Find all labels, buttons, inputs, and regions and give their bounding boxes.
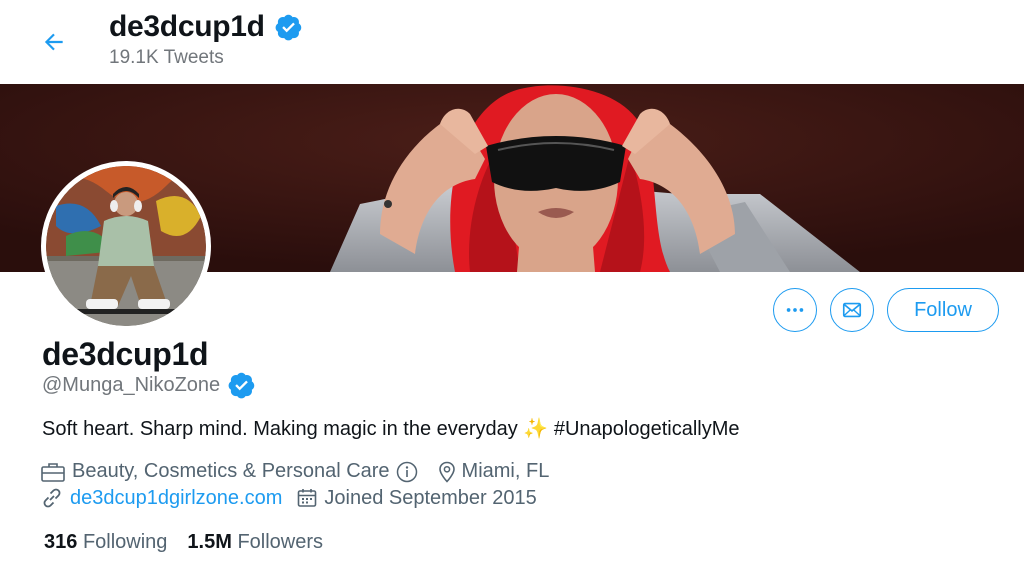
info-icon[interactable] bbox=[396, 461, 418, 483]
profile-display-name: de3dcup1d bbox=[42, 336, 209, 372]
followers-stat[interactable]: 1.5M Followers bbox=[187, 531, 323, 554]
tweet-count: 19.1K Tweets bbox=[109, 47, 224, 68]
calendar-icon bbox=[298, 489, 317, 507]
profile-bio: Soft heart. Sharp mind. Making magic in … bbox=[42, 416, 740, 441]
bio-hashtag[interactable]: #UnapologeticallyMe bbox=[554, 418, 740, 440]
followers-count: 1.5M bbox=[187, 531, 232, 553]
category-item: Beauty, Cosmetics & Personal Care bbox=[40, 460, 424, 483]
arrow-left-icon bbox=[44, 33, 63, 51]
bio-text: Soft heart. Sharp mind. Making magic in … bbox=[42, 418, 518, 440]
header-title: de3dcup1d bbox=[109, 10, 303, 44]
location-item: Miami, FL bbox=[438, 460, 550, 483]
verified-badge-icon[interactable] bbox=[228, 371, 256, 399]
envelope-icon bbox=[842, 302, 862, 318]
profile-avatar[interactable] bbox=[41, 161, 211, 331]
joined-item: Joined September 2015 bbox=[296, 486, 537, 510]
link-icon bbox=[43, 488, 61, 508]
category-text: Beauty, Cosmetics & Personal Care bbox=[72, 460, 390, 482]
avatar-image bbox=[46, 166, 206, 326]
follow-stats: 316 Following 1.5M Followers bbox=[44, 531, 343, 554]
followers-label: Followers bbox=[237, 531, 324, 553]
profile-meta-row-2: de3dcup1dgirlzone.com Joined September 2… bbox=[40, 486, 551, 510]
joined-text: Joined September 2015 bbox=[324, 486, 537, 509]
website-item: de3dcup1dgirlzone.com bbox=[40, 486, 282, 510]
profile-top-bar: de3dcup1d 19.1K Tweets bbox=[0, 0, 1024, 84]
location-text: Miami, FL bbox=[461, 460, 550, 482]
more-options-button[interactable] bbox=[773, 288, 817, 332]
header-display-name: de3dcup1d bbox=[109, 10, 265, 43]
message-button[interactable] bbox=[830, 288, 874, 332]
briefcase-icon bbox=[41, 462, 65, 482]
verified-badge-icon bbox=[275, 14, 301, 41]
back-button[interactable] bbox=[34, 22, 74, 62]
following-count: 316 bbox=[44, 531, 78, 553]
more-dots-icon bbox=[786, 308, 804, 312]
profile-meta-row-1: Beauty, Cosmetics & Personal Care Miami,… bbox=[40, 460, 563, 483]
handle-row: @Munga_NikoZone bbox=[42, 371, 256, 399]
profile-handle: @Munga_NikoZone bbox=[42, 373, 221, 396]
following-stat[interactable]: 316 Following bbox=[44, 531, 167, 554]
location-pin-icon bbox=[438, 461, 455, 483]
website-link[interactable]: de3dcup1dgirlzone.com bbox=[70, 487, 282, 510]
following-label: Following bbox=[82, 531, 168, 553]
follow-button[interactable]: Follow bbox=[887, 288, 999, 332]
sparkle-emoji: ✨ bbox=[523, 418, 549, 440]
